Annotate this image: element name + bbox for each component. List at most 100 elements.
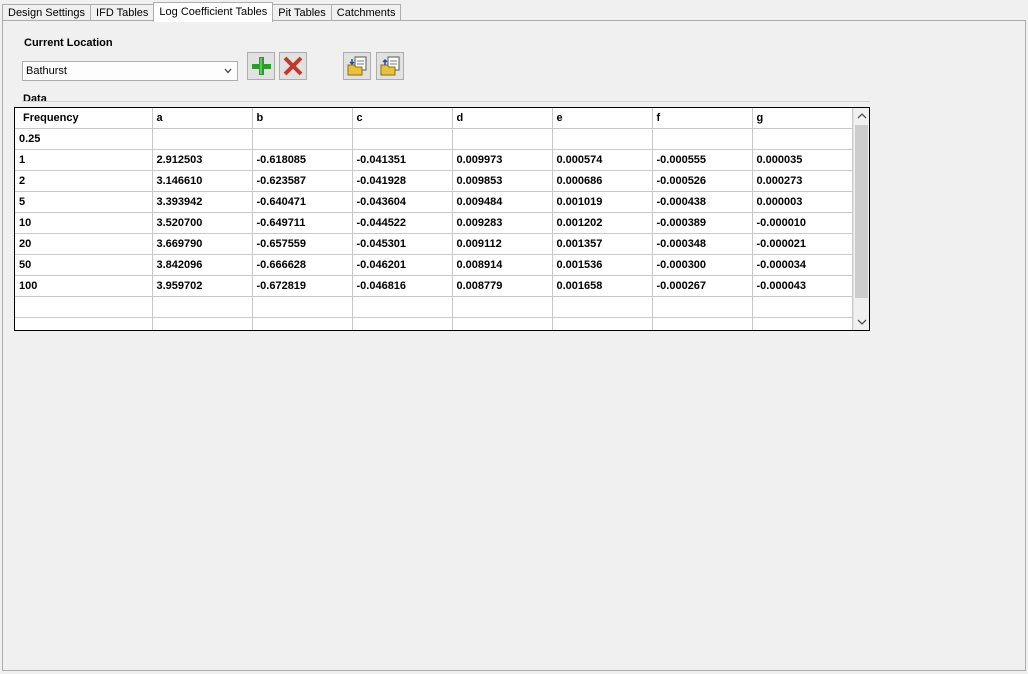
table-cell[interactable]	[452, 317, 553, 330]
table-cell[interactable]	[752, 296, 853, 318]
table-cell[interactable]: 2	[15, 170, 153, 192]
table-cell[interactable]: 3.669790	[152, 233, 253, 255]
tab-design-settings[interactable]: Design Settings	[2, 4, 91, 21]
table-cell[interactable]	[352, 128, 453, 150]
export-button[interactable]	[376, 52, 404, 80]
table-cell[interactable]: -0.672819	[252, 275, 353, 297]
table-cell[interactable]: 0.000273	[752, 170, 853, 192]
table-cell[interactable]: 20	[15, 233, 153, 255]
table-cell[interactable]: -0.000438	[652, 191, 753, 213]
table-cell[interactable]: 0.009283	[452, 212, 553, 234]
tab-pit-tables[interactable]: Pit Tables	[273, 4, 331, 21]
table-cell[interactable]: -0.000348	[652, 233, 753, 255]
column-header-d[interactable]: d	[452, 108, 553, 129]
column-header-f[interactable]: f	[652, 108, 753, 129]
scroll-down-icon[interactable]	[854, 313, 870, 330]
table-cell[interactable]: -0.000043	[752, 275, 853, 297]
table-cell[interactable]: -0.046201	[352, 254, 453, 276]
table-cell[interactable]: 10	[15, 212, 153, 234]
table-cell[interactable]: 1	[15, 149, 153, 171]
table-cell[interactable]	[652, 317, 753, 330]
table-cell[interactable]: 3.393942	[152, 191, 253, 213]
table-cell[interactable]: 0.001357	[552, 233, 653, 255]
table-cell[interactable]: -0.046816	[352, 275, 453, 297]
table-cell[interactable]: 3.520700	[152, 212, 253, 234]
table-cell[interactable]: 0.001658	[552, 275, 653, 297]
table-cell[interactable]: -0.000034	[752, 254, 853, 276]
table-cell[interactable]: 0.009112	[452, 233, 553, 255]
table-cell[interactable]: 0.008779	[452, 275, 553, 297]
table-cell[interactable]: 3.959702	[152, 275, 253, 297]
table-cell[interactable]	[15, 317, 153, 330]
table-cell[interactable]: 0.001019	[552, 191, 653, 213]
table-cell[interactable]	[652, 296, 753, 318]
table-cell[interactable]: -0.000555	[652, 149, 753, 171]
table-cell[interactable]	[752, 317, 853, 330]
column-header-b[interactable]: b	[252, 108, 353, 129]
table-cell[interactable]	[152, 128, 253, 150]
table-cell[interactable]: -0.000300	[652, 254, 753, 276]
table-cell[interactable]: 3.842096	[152, 254, 253, 276]
table-cell[interactable]: 2.912503	[152, 149, 253, 171]
table-cell[interactable]	[152, 296, 253, 318]
table-cell[interactable]	[752, 128, 853, 150]
table-cell[interactable]	[452, 128, 553, 150]
table-cell[interactable]: 0.008914	[452, 254, 553, 276]
table-cell[interactable]	[452, 296, 553, 318]
table-cell[interactable]: -0.041928	[352, 170, 453, 192]
table-cell[interactable]	[252, 317, 353, 330]
vertical-scrollbar[interactable]	[853, 108, 869, 330]
table-cell[interactable]	[552, 296, 653, 318]
table-cell[interactable]: 0.009973	[452, 149, 553, 171]
table-cell[interactable]	[552, 128, 653, 150]
table-cell[interactable]: -0.000526	[652, 170, 753, 192]
column-header-c[interactable]: c	[352, 108, 453, 129]
table-cell[interactable]: 0.000003	[752, 191, 853, 213]
table-cell[interactable]: -0.000389	[652, 212, 753, 234]
table-cell[interactable]: 0.000035	[752, 149, 853, 171]
table-cell[interactable]: -0.043604	[352, 191, 453, 213]
table-cell[interactable]: 0.009853	[452, 170, 553, 192]
table-cell[interactable]	[352, 296, 453, 318]
table-cell[interactable]: 0.000686	[552, 170, 653, 192]
table-cell[interactable]: -0.666628	[252, 254, 353, 276]
scroll-up-icon[interactable]	[854, 108, 870, 125]
column-header-g[interactable]: g	[752, 108, 853, 129]
scrollbar-thumb[interactable]	[855, 125, 868, 298]
table-cell[interactable]	[352, 317, 453, 330]
table-cell[interactable]: -0.640471	[252, 191, 353, 213]
table-cell[interactable]: 0.001202	[552, 212, 653, 234]
column-header-frequency[interactable]: Frequency	[15, 108, 153, 129]
table-cell[interactable]: -0.623587	[252, 170, 353, 192]
table-cell[interactable]: -0.045301	[352, 233, 453, 255]
table-cell[interactable]: -0.000267	[652, 275, 753, 297]
table-cell[interactable]: -0.649711	[252, 212, 353, 234]
table-cell[interactable]: -0.000010	[752, 212, 853, 234]
delete-location-button[interactable]	[279, 52, 307, 80]
add-location-button[interactable]	[247, 52, 275, 80]
table-cell[interactable]: 0.001536	[552, 254, 653, 276]
table-cell[interactable]: -0.657559	[252, 233, 353, 255]
import-button[interactable]	[343, 52, 371, 80]
table-cell[interactable]: 0.000574	[552, 149, 653, 171]
table-cell[interactable]	[252, 128, 353, 150]
table-cell[interactable]: -0.618085	[252, 149, 353, 171]
table-cell[interactable]	[552, 317, 653, 330]
table-cell[interactable]: -0.041351	[352, 149, 453, 171]
location-dropdown[interactable]: Bathurst	[22, 61, 238, 81]
tab-ifd-tables[interactable]: IFD Tables	[90, 4, 154, 21]
table-cell[interactable]	[15, 296, 153, 318]
tab-catchments[interactable]: Catchments	[330, 4, 402, 21]
table-cell[interactable]	[252, 296, 353, 318]
tab-log-coefficient-tables[interactable]: Log Coefficient Tables	[153, 2, 274, 22]
table-cell[interactable]: -0.044522	[352, 212, 453, 234]
table-cell[interactable]	[652, 128, 753, 150]
table-cell[interactable]: 0.009484	[452, 191, 553, 213]
table-cell[interactable]: 0.25	[15, 128, 153, 150]
table-cell[interactable]: 3.146610	[152, 170, 253, 192]
column-header-e[interactable]: e	[552, 108, 653, 129]
table-cell[interactable]: 5	[15, 191, 153, 213]
table-cell[interactable]: 100	[15, 275, 153, 297]
table-cell[interactable]	[152, 317, 253, 330]
column-header-a[interactable]: a	[152, 108, 253, 129]
